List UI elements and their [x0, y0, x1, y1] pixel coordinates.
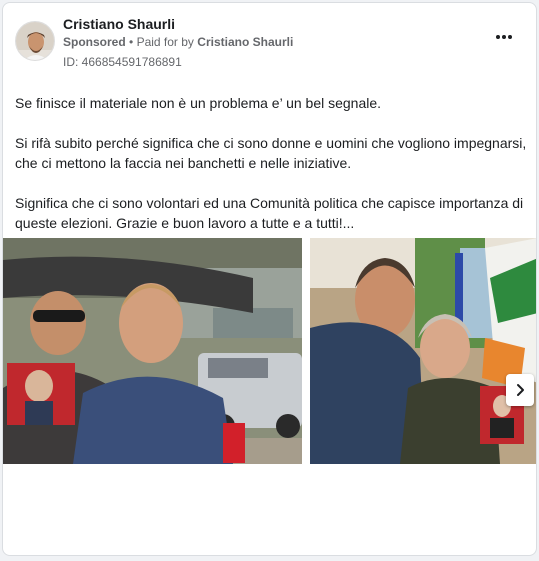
- ad-id: ID: 466854591786891: [63, 55, 182, 69]
- ad-card: Cristiano Shaurli Sponsored • Paid for b…: [2, 2, 537, 556]
- advertiser-avatar[interactable]: [15, 21, 55, 61]
- avatar-portrait: [16, 22, 54, 60]
- chevron-right-icon[interactable]: [506, 374, 534, 406]
- ad-header: Cristiano Shaurli Sponsored • Paid for b…: [15, 15, 524, 71]
- post-paragraph-1: Se finisce il materiale non è un problem…: [15, 95, 382, 111]
- post-paragraph-3: Significa che ci sono volontari ed una C…: [15, 195, 524, 231]
- carousel-image-2[interactable]: [310, 238, 536, 464]
- meta-separator: •: [129, 35, 134, 49]
- advertiser-name[interactable]: Cristiano Shaurli: [63, 16, 175, 32]
- sponsored-label: Sponsored: [63, 35, 126, 49]
- post-text: Se finisce il materiale non è un problem…: [15, 93, 530, 233]
- sponsored-meta: Sponsored • Paid for by Cristiano Shaurl…: [63, 35, 293, 49]
- payer-name: Cristiano Shaurli: [197, 35, 294, 49]
- paid-for-label: Paid for by: [136, 35, 194, 49]
- image-carousel[interactable]: [3, 238, 536, 464]
- more-options-icon[interactable]: [492, 29, 516, 45]
- carousel-image-1[interactable]: [3, 238, 302, 464]
- post-paragraph-2: Si rifà subito perché significa che ci s…: [15, 135, 527, 171]
